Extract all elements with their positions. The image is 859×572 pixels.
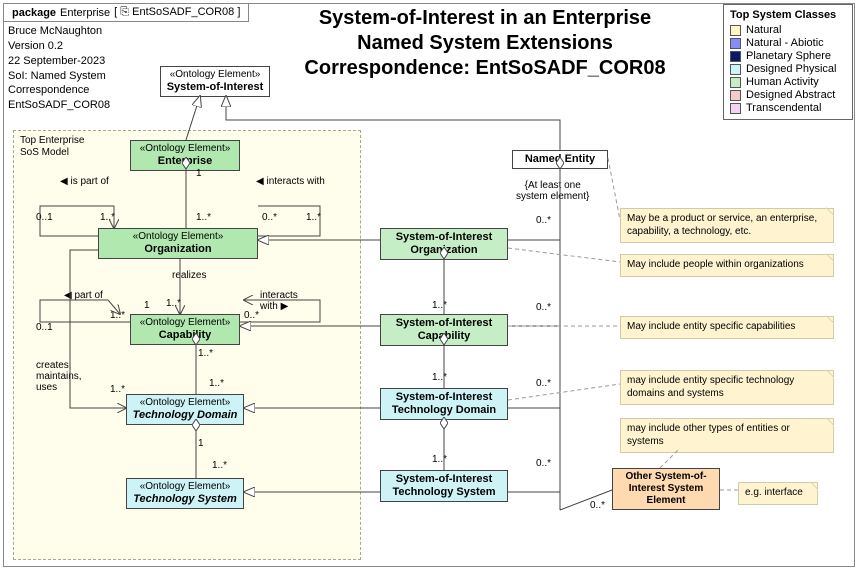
mult: 0..* [536, 302, 551, 313]
constraint-atleast: {At least one system element} [516, 180, 589, 202]
label-is-part-of: ◀ is part of [60, 176, 109, 187]
label-interacts-with-2: interacts with ▶ [260, 290, 310, 312]
mult: 0..* [536, 458, 551, 469]
mult: 1..* [166, 298, 181, 309]
label-part-of: ◀ part of [64, 290, 103, 301]
mult: 0..* [536, 378, 551, 389]
legend-item: Natural [730, 24, 846, 36]
legend-item: Natural - Abiotic [730, 37, 846, 49]
label-creates: creates, maintains, uses [36, 360, 96, 393]
node-tech-domain: «Ontology Element» Technology Domain [126, 394, 244, 425]
mult: 0..1 [36, 212, 53, 223]
mult: 0..* [262, 212, 277, 223]
swatch-icon [730, 51, 741, 62]
legend-item: Designed Physical [730, 63, 846, 75]
meta-version: Version 0.2 [8, 39, 110, 54]
swatch-icon [730, 90, 741, 101]
legend-item: Human Activity [730, 76, 846, 88]
legend-item: Transcendental [730, 102, 846, 114]
package-keyword: package [12, 7, 56, 19]
mult: 0..1 [36, 322, 53, 333]
mult: 1..* [432, 372, 447, 383]
node-capability: «Ontology Element» Capability [130, 314, 240, 345]
note-people: May include people within organizations [620, 254, 834, 277]
mult: 1 [144, 300, 150, 311]
node-enterprise: «Ontology Element» Enterprise [130, 140, 240, 171]
mult: 1..* [110, 310, 125, 321]
swatch-icon [730, 64, 741, 75]
mult: 1..* [212, 460, 227, 471]
swatch-icon [730, 25, 741, 36]
mult: 0..* [590, 500, 605, 511]
group-label: Top Enterprise SoS Model [20, 135, 84, 159]
mult: 1..* [100, 212, 115, 223]
mult: 1..* [432, 300, 447, 311]
mult: 1..* [209, 378, 224, 389]
legend-title: Top System Classes [730, 9, 846, 21]
package-tab: package Enterprise [ ⎘ EntSoSADF_COR08 ] [4, 4, 249, 22]
meta-author: Bruce McNaughton [8, 24, 110, 39]
node-organization: «Ontology Element» Organization [98, 228, 258, 259]
mult: 1..* [198, 348, 213, 359]
meta-date: 22 September-2023 [8, 54, 110, 69]
note-tech: may include entity specific technology d… [620, 370, 834, 405]
swatch-icon [730, 77, 741, 88]
mult: 1..* [432, 454, 447, 465]
package-icon: [ ⎘ EntSoSADF_COR08 ] [114, 6, 240, 19]
mult: 1..* [306, 212, 321, 223]
node-system-of-interest: «Ontology Element» System-of-Interest [160, 66, 270, 97]
mult: 0..* [536, 215, 551, 226]
mult: 0..* [244, 310, 259, 321]
note-capabilities: May include entity specific capabilities [620, 316, 834, 339]
swatch-icon [730, 38, 741, 49]
note-interface: e.g. interface [738, 482, 818, 505]
label-realizes: realizes [172, 270, 206, 281]
legend-item: Designed Abstract [730, 89, 846, 101]
node-soi-capability: System-of-Interest Capability [380, 314, 508, 346]
meta-sol: SoI: Named System [8, 69, 110, 84]
mult: 1 [196, 168, 202, 179]
meta-corrid: EntSoSADF_COR08 [8, 98, 110, 113]
note-product: May be a product or service, an enterpri… [620, 208, 834, 243]
node-soi-tech-system: System-of-Interest Technology System [380, 470, 508, 502]
node-soi-organization: System-of-Interest Organization [380, 228, 508, 260]
meta-corr: Correspondence [8, 83, 110, 98]
package-name: Enterprise [60, 7, 110, 19]
swatch-icon [730, 103, 741, 114]
node-tech-system: «Ontology Element» Technology System [126, 478, 244, 509]
note-other: may include other types of entities or s… [620, 418, 834, 453]
legend-item: Planetary Sphere [730, 50, 846, 62]
mult: 1 [198, 438, 204, 449]
node-other-soi-element: Other System-of-Interest System Element [612, 468, 720, 510]
meta-block: Bruce McNaughton Version 0.2 22 Septembe… [8, 24, 110, 113]
mult: 1..* [110, 384, 125, 395]
label-interacts-with: ◀ interacts with [256, 176, 325, 187]
diagram-title: System-of-Interest in an Enterprise Name… [250, 6, 720, 81]
legend: Top System Classes Natural Natural - Abi… [723, 4, 853, 120]
node-soi-tech-domain: System-of-Interest Technology Domain [380, 388, 508, 420]
mult: 1..* [196, 212, 211, 223]
node-named-entity: Named Entity [512, 150, 608, 169]
